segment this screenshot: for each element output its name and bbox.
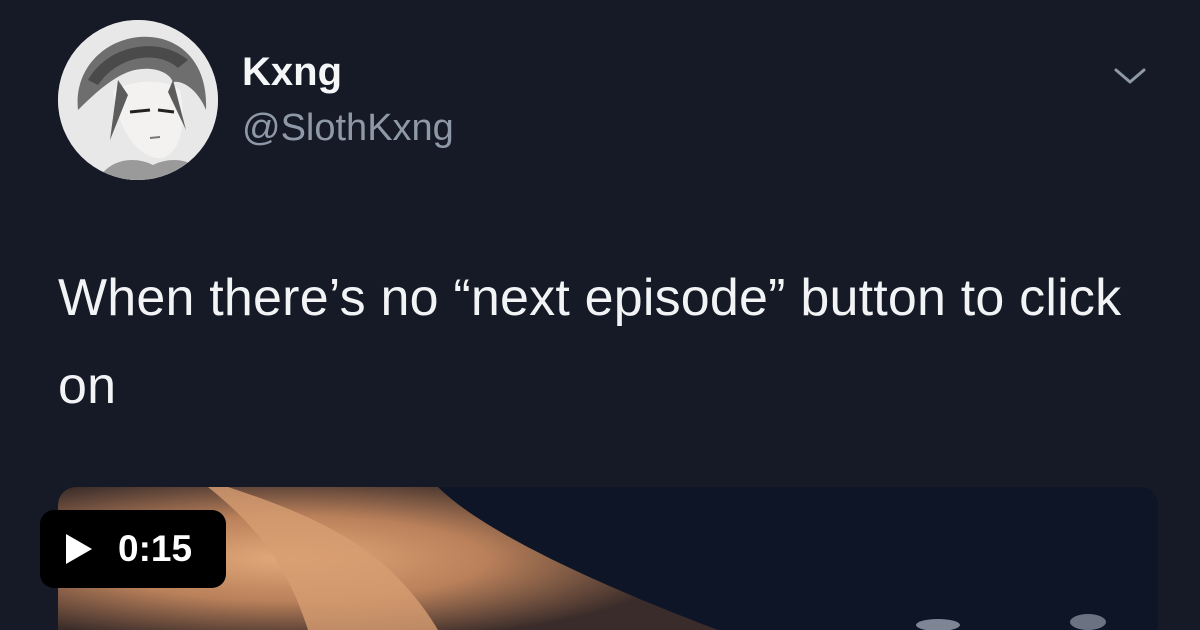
anime-avatar-illustration xyxy=(58,20,218,180)
tweet-text: When there’s no “next episode” button to… xyxy=(58,269,1122,415)
user-handle[interactable]: @SlothKxng xyxy=(242,104,454,152)
avatar[interactable] xyxy=(58,20,218,180)
play-icon xyxy=(66,534,92,564)
display-name[interactable]: Kxng xyxy=(242,48,342,96)
video-duration: 0:15 xyxy=(118,528,193,569)
chevron-down-icon[interactable] xyxy=(1110,62,1150,90)
video-duration-badge[interactable]: 0:15 xyxy=(40,510,226,588)
